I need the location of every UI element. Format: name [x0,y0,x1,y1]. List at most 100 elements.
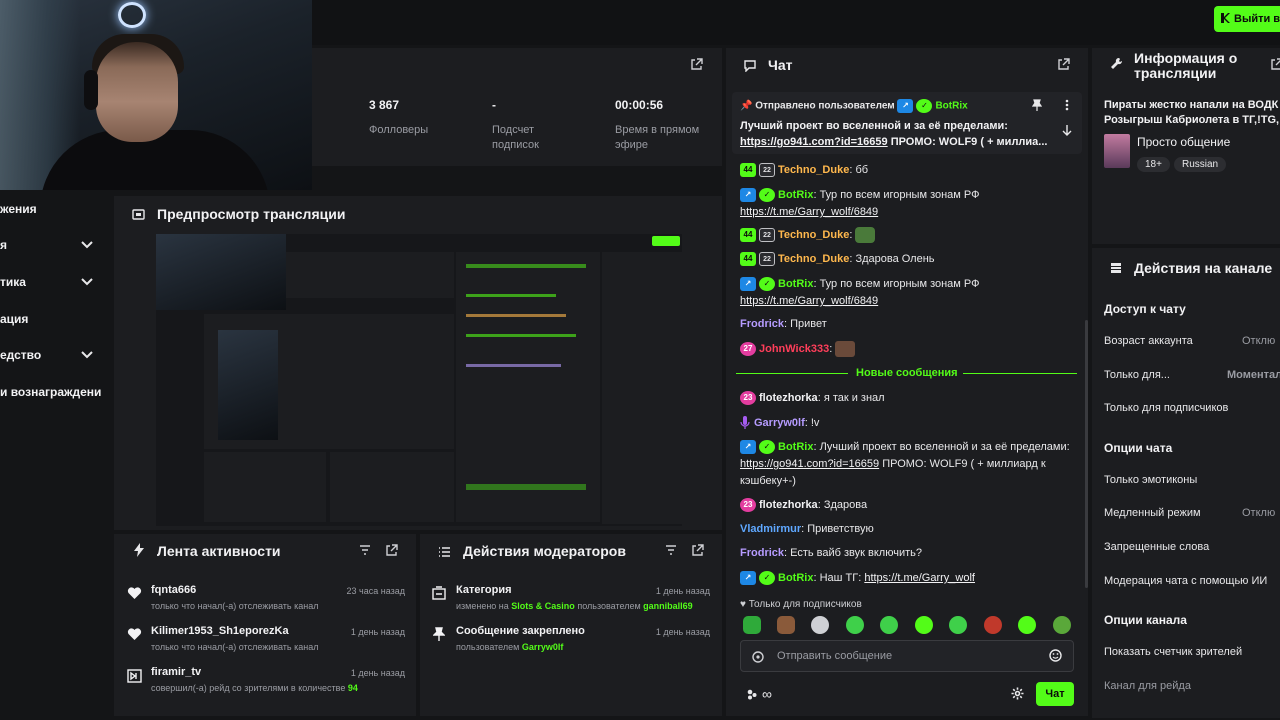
mod-user[interactable]: ganniball69 [643,601,693,611]
setting-label[interactable]: Только для подписчиков [1104,402,1228,414]
chat-username[interactable]: BotRix [778,189,813,201]
chat-username[interactable]: Garryw0lf [754,417,805,429]
popout-icon[interactable] [1270,58,1280,72]
users-icon[interactable] [746,687,758,700]
preview-title: Предпросмотр трансляции [157,206,346,222]
chat-username[interactable]: BotRix [778,441,813,453]
filter-icon[interactable] [664,544,678,558]
mod-action-desc: изменено на Slots & Casino пользователем… [456,601,693,611]
exit-button[interactable]: Выйти в [1214,6,1280,32]
more-icon[interactable] [1060,99,1074,113]
emote-icon[interactable] [880,616,898,634]
chat-username[interactable]: flotezhorka [759,499,818,511]
setting-label[interactable]: Запрещенные слова [1104,541,1209,553]
emote-icon[interactable] [777,616,795,634]
sidebar-item-5[interactable]: едство [0,348,41,362]
send-chat-button[interactable]: Чат [1036,682,1074,706]
emote-icon[interactable] [846,616,864,634]
sidebar-item-2[interactable]: я [0,238,7,252]
bot-badge-icon: ↗ [740,571,756,586]
setting-label[interactable]: Только для... [1104,369,1170,381]
activity-user[interactable]: firamir_tv [151,666,201,678]
mod-user[interactable]: Garryw0lf [522,642,564,652]
chat-link[interactable]: https://t.me/Garry_wolf/6849 [740,206,878,218]
emote-icon[interactable] [915,616,933,634]
chat-username[interactable]: Techno_Duke [778,229,849,241]
mod-target[interactable]: Slots & Casino [511,601,575,611]
filter-icon[interactable] [358,544,372,558]
chat-scrollbar[interactable] [1085,320,1088,588]
setting-label[interactable]: Модерация чата с помощью ИИ [1104,575,1267,587]
sidebar-item-6[interactable]: и вознаграждени [0,385,101,399]
stream-preview-video[interactable] [156,234,682,526]
verified-badge-icon: ✓ [759,277,775,292]
setting-label[interactable]: Возраст аккаунта [1104,335,1193,347]
pinned-user[interactable]: BotRix [935,101,967,112]
chevron-down-icon[interactable] [80,240,94,250]
chat-username[interactable]: flotezhorka [759,392,818,404]
chat-link[interactable]: https://t.me/Garry_wolf [864,572,975,584]
sidebar-item-1[interactable]: жения [0,202,37,216]
popout-icon[interactable] [690,58,704,72]
chevron-down-icon[interactable] [80,350,94,360]
pin-icon: 📌 [740,100,753,112]
emote-icon[interactable] [1018,616,1036,634]
popout-icon[interactable] [1057,58,1071,72]
sidebar-item-4[interactable]: ация [0,312,28,326]
uptime-label: Время в прямом эфире [615,124,700,151]
sub-badge-icon: 23 [740,391,756,406]
chat-link[interactable]: https://go941.com?id=16659 [740,458,879,470]
chat-username[interactable]: BotRix [778,278,813,290]
emote-icon[interactable] [984,616,1002,634]
activity-time: 23 часа назад [346,586,405,596]
verified-badge-icon: ✓ [916,99,933,113]
mod-action-desc: пользователем Garryw0lf [456,642,563,652]
activity-user[interactable]: Kilimer1953_Sh1eporezKa [151,625,289,637]
frog-emote-icon [855,227,876,244]
tag-badge[interactable]: Russian [1173,157,1227,172]
setting-value[interactable]: Моментал [1227,369,1280,381]
category-thumbnail[interactable] [1104,134,1130,168]
emoji-icon[interactable] [1048,649,1062,663]
moderators-title: Действия модераторов [463,543,626,559]
emote-icon[interactable] [811,616,829,634]
activity-desc: только что начал(-а) отслеживать канал [151,642,319,652]
chevron-down-icon[interactable] [80,277,94,287]
setting-label[interactable]: Показать счетчик зрителей [1104,646,1242,658]
subs-value: - [492,98,496,112]
emote-icon[interactable] [743,616,761,634]
emote-icon[interactable] [1053,616,1071,634]
chat-username[interactable]: Techno_Duke [778,164,849,176]
activity-desc-text: совершил(-а) рейд со зрителями в количес… [151,683,346,693]
chat-text: Здарова [823,499,868,511]
tag-badge[interactable]: 18+ [1137,157,1170,172]
setting-label[interactable]: Медленный режим [1104,507,1201,519]
chat-text: бб [855,164,869,176]
setting-value[interactable]: Отклю [1242,507,1275,519]
popout-icon[interactable] [691,544,705,558]
chat-link[interactable]: https://t.me/Garry_wolf/6849 [740,295,878,307]
emote-icon[interactable] [949,616,967,634]
activity-user[interactable]: fqnta666 [151,584,196,596]
category-name[interactable]: Просто общение [1137,135,1230,149]
pin-icon[interactable] [1030,99,1044,113]
chat-username[interactable]: Frodrick [740,547,784,559]
list-icon [438,545,451,557]
infinity-icon: ∞ [762,686,772,702]
sidebar-item-3[interactable]: тика [0,275,26,289]
popout-icon[interactable] [385,544,399,558]
setting-label[interactable]: Только эмотиконы [1104,474,1197,486]
bot-badge-icon: ↗ [897,99,914,113]
chat-username[interactable]: Techno_Duke [778,253,849,265]
arrow-down-icon[interactable] [1060,124,1074,138]
setting-label[interactable]: Канал для рейда [1104,680,1191,692]
pinned-link[interactable]: https://go941.com?id=16659 [740,136,888,148]
gear-icon[interactable] [1010,687,1024,701]
activity-time: 1 день назад [350,627,405,637]
chat-username[interactable]: BotRix [778,572,813,584]
setting-value[interactable]: Отклю [1242,335,1275,347]
chat-username[interactable]: JohnWick333 [759,343,829,355]
chat-text: Лучший проект во вселенной и за её преде… [819,441,1070,453]
chat-username[interactable]: Frodrick [740,318,784,330]
chat-username[interactable]: Vladmirmur [740,523,801,535]
